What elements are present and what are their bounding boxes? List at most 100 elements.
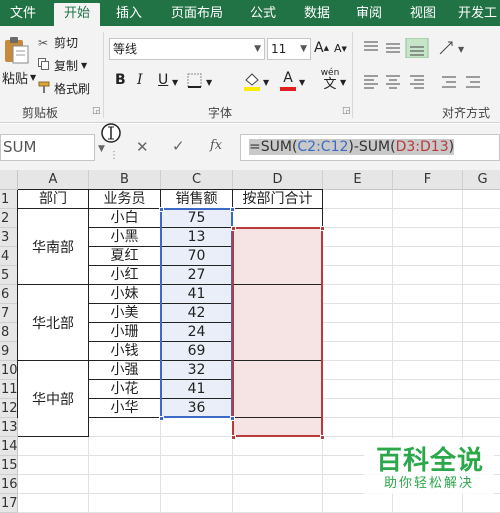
sales-cell[interactable]: 24: [161, 323, 233, 342]
dept-total-cell[interactable]: [233, 266, 323, 285]
dept-total-cell[interactable]: [233, 285, 323, 304]
select-all-corner[interactable]: [0, 170, 18, 190]
font-size-combo[interactable]: 11 ▼: [267, 38, 311, 60]
sales-cell[interactable]: 27: [161, 266, 233, 285]
column-header-f[interactable]: F: [393, 170, 463, 190]
range-resize-handle[interactable]: [231, 226, 236, 231]
cell[interactable]: [463, 323, 500, 342]
cell[interactable]: [89, 494, 161, 513]
table-header-cell[interactable]: 按部门合计: [233, 190, 323, 209]
cut-button[interactable]: ✂ 剪切: [38, 34, 78, 51]
font-color-button[interactable]: A: [278, 70, 298, 92]
copy-button[interactable]: 复制 ▼: [38, 57, 87, 74]
insert-function-icon[interactable]: fx: [210, 138, 222, 153]
dialog-launcher-icon[interactable]: ◲: [342, 106, 351, 116]
tab-review[interactable]: 审阅: [346, 3, 392, 26]
cell[interactable]: [233, 494, 323, 513]
cell[interactable]: [463, 304, 500, 323]
column-header-e[interactable]: E: [323, 170, 393, 190]
table-header-cell[interactable]: 部门: [18, 190, 89, 209]
range-resize-handle[interactable]: [159, 207, 164, 212]
column-header-a[interactable]: A: [18, 170, 89, 190]
range-resize-handle[interactable]: [231, 435, 236, 440]
cell[interactable]: [161, 475, 233, 494]
staff-cell[interactable]: 小珊: [89, 323, 161, 342]
cell[interactable]: [323, 361, 393, 380]
row-header-3[interactable]: 3: [0, 228, 18, 247]
dept-total-cell[interactable]: [233, 247, 323, 266]
sales-cell[interactable]: 32: [161, 361, 233, 380]
bold-button[interactable]: B: [115, 72, 126, 88]
cell[interactable]: [463, 418, 500, 437]
tab-data[interactable]: 数据: [294, 3, 340, 26]
range-resize-handle[interactable]: [230, 416, 235, 421]
cell[interactable]: [323, 380, 393, 399]
column-header-b[interactable]: B: [89, 170, 161, 190]
cell[interactable]: [323, 399, 393, 418]
row-header-2[interactable]: 2: [0, 209, 18, 228]
cell[interactable]: [323, 266, 393, 285]
row-header-11[interactable]: 11: [0, 380, 18, 399]
sales-cell[interactable]: 41: [161, 285, 233, 304]
cell[interactable]: [463, 209, 500, 228]
tab-developer[interactable]: 开发工: [450, 3, 500, 26]
cell[interactable]: [323, 228, 393, 247]
sales-cell[interactable]: 41: [161, 380, 233, 399]
staff-cell[interactable]: 小妹: [89, 285, 161, 304]
row-header-9[interactable]: 9: [0, 342, 18, 361]
cell[interactable]: [323, 418, 393, 437]
cell[interactable]: [161, 418, 233, 437]
dept-total-cell[interactable]: [233, 418, 323, 437]
row-header-17[interactable]: 17: [0, 494, 18, 513]
dept-total-cell[interactable]: [233, 361, 323, 380]
dept-total-cell[interactable]: [233, 399, 323, 418]
cell[interactable]: [463, 380, 500, 399]
cell[interactable]: [393, 494, 463, 513]
cell[interactable]: [323, 247, 393, 266]
cell[interactable]: [463, 342, 500, 361]
staff-cell[interactable]: 小花: [89, 380, 161, 399]
chevron-down-icon[interactable]: ▼: [172, 78, 178, 87]
cell[interactable]: [18, 475, 89, 494]
cell[interactable]: [18, 437, 89, 456]
tab-file[interactable]: 文件: [0, 3, 46, 26]
tab-insert[interactable]: 插入: [106, 3, 152, 26]
border-icon[interactable]: [186, 72, 204, 90]
cell[interactable]: [323, 304, 393, 323]
cell[interactable]: [323, 342, 393, 361]
chevron-down-icon[interactable]: ▼: [206, 78, 212, 87]
sales-cell[interactable]: 42: [161, 304, 233, 323]
cell[interactable]: [463, 190, 500, 209]
row-header-10[interactable]: 10: [0, 361, 18, 380]
sales-cell[interactable]: 69: [161, 342, 233, 361]
dept-total-cell[interactable]: [233, 323, 323, 342]
cell[interactable]: [463, 266, 500, 285]
department-cell[interactable]: 华中部: [18, 361, 89, 437]
row-header-14[interactable]: 14: [0, 437, 18, 456]
staff-cell[interactable]: 小白: [89, 209, 161, 228]
staff-cell[interactable]: 小红: [89, 266, 161, 285]
cell[interactable]: [393, 266, 463, 285]
name-box[interactable]: SUM: [0, 134, 95, 161]
tab-view[interactable]: 视图: [400, 3, 446, 26]
chevron-down-icon[interactable]: ▼: [263, 78, 269, 87]
cell[interactable]: [161, 494, 233, 513]
row-header-12[interactable]: 12: [0, 399, 18, 418]
sales-cell[interactable]: 70: [161, 247, 233, 266]
fill-color-icon[interactable]: [242, 70, 262, 92]
staff-cell[interactable]: 小华: [89, 399, 161, 418]
row-header-8[interactable]: 8: [0, 323, 18, 342]
cell[interactable]: [393, 247, 463, 266]
cell[interactable]: [233, 456, 323, 475]
shrink-font-button[interactable]: A ▼: [334, 42, 347, 55]
font-name-combo[interactable]: 等线 ▼: [109, 38, 265, 60]
cell[interactable]: [393, 418, 463, 437]
tab-home[interactable]: 开始: [54, 3, 100, 26]
dept-total-cell[interactable]: [233, 380, 323, 399]
cell[interactable]: [89, 437, 161, 456]
range-resize-handle[interactable]: [320, 226, 325, 231]
cell[interactable]: [323, 323, 393, 342]
cell[interactable]: [18, 494, 89, 513]
row-header-13[interactable]: 13: [0, 418, 18, 437]
range-resize-handle[interactable]: [159, 416, 164, 421]
